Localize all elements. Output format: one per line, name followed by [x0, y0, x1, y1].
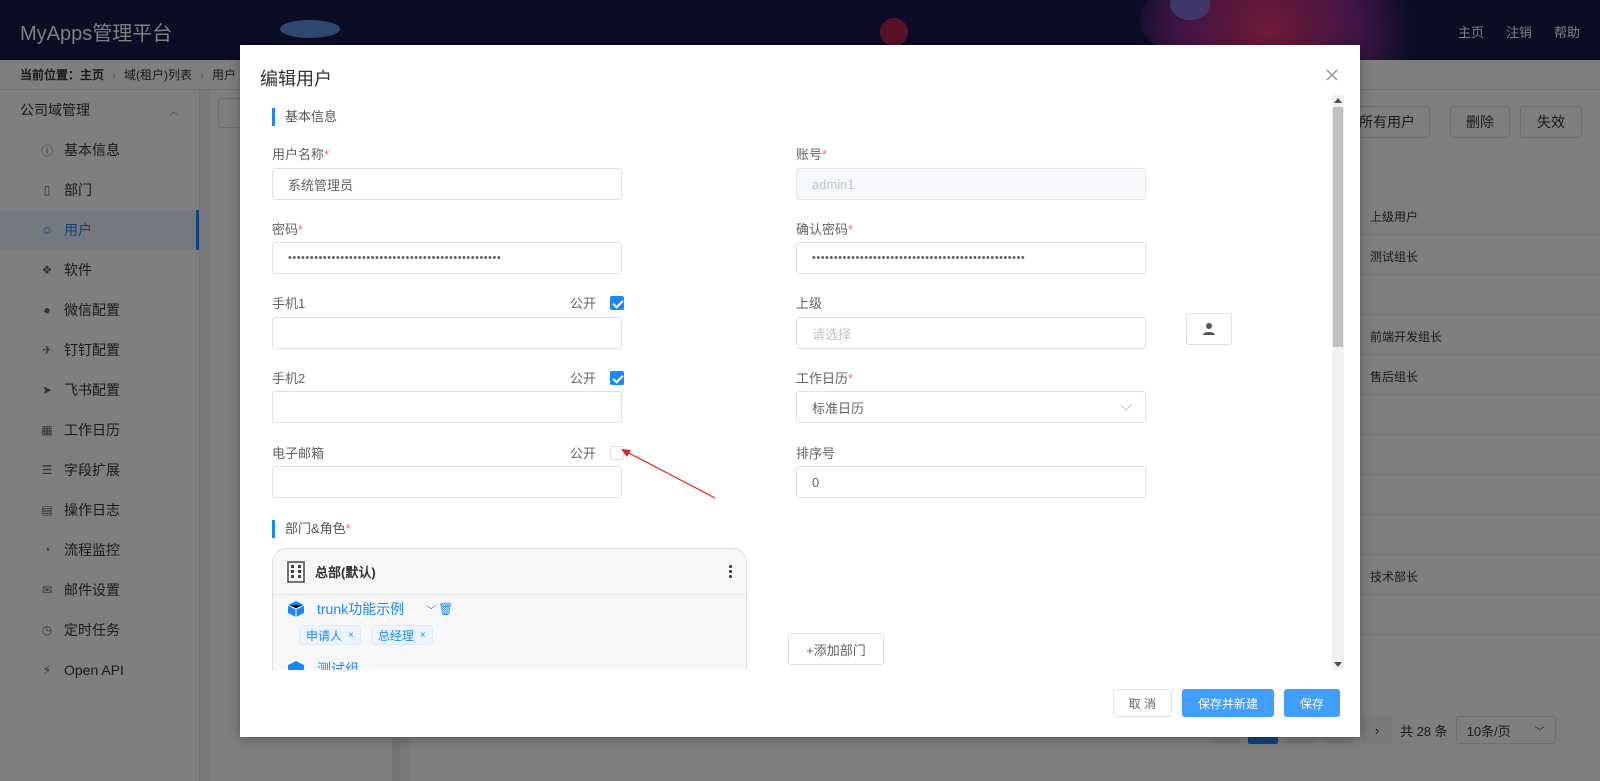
- edit-user-dialog: 编辑用户 基本信息 用户名称* 系统管理员 账号* admin1 密码* •••…: [240, 45, 1360, 737]
- building-icon: [287, 560, 305, 583]
- chevron-down-icon: [1120, 399, 1132, 411]
- email-input[interactable]: [272, 466, 622, 498]
- phone1-label: 手机1: [272, 296, 306, 311]
- password-label-text: 密码: [272, 222, 299, 237]
- role-tags: 申请人 × 总经理 ×: [273, 623, 746, 647]
- save-button[interactable]: 保存: [1283, 689, 1340, 717]
- dialog-body: 基本信息 用户名称* 系统管理员 账号* admin1 密码* ••••••••…: [240, 100, 1360, 670]
- add-dept-button[interactable]: +添加部门: [788, 633, 884, 665]
- password-input[interactable]: ••••••••••••••••••••••••••••••••••••••••…: [272, 242, 622, 274]
- phone2-public-checkbox[interactable]: [610, 370, 625, 385]
- cube-icon: [287, 601, 305, 617]
- public-label: 公开: [570, 446, 597, 461]
- calendar-label: 工作日历*: [796, 368, 853, 387]
- more-vertical-icon[interactable]: [729, 565, 732, 578]
- phone1-public-toggle[interactable]: 公开: [570, 293, 625, 312]
- superior-label: 上级: [796, 296, 823, 311]
- select-user-button[interactable]: [1186, 313, 1232, 345]
- user-icon: [1203, 323, 1215, 335]
- role-tag: 总经理 ×: [370, 625, 433, 645]
- account-label: 账号*: [796, 144, 827, 163]
- section-basic-info: 基本信息: [272, 108, 337, 126]
- dept-card: 总部(默认) trunk功能示例 ﹀ 🗑 申请人 × 总经理 × 测试组: [272, 548, 747, 670]
- required-mark: *: [848, 222, 854, 237]
- save-and-new-button[interactable]: 保存并新建: [1181, 689, 1274, 717]
- username-input[interactable]: 系统管理员: [272, 168, 622, 200]
- scroll-down-icon[interactable]: [1334, 662, 1342, 667]
- username-label-text: 用户名称: [272, 147, 325, 162]
- phone1-input[interactable]: [272, 317, 622, 349]
- dialog-title: 编辑用户: [260, 69, 332, 89]
- role-tag: 申请人 ×: [299, 625, 361, 645]
- chevron-down-icon[interactable]: ﹀: [426, 602, 436, 617]
- dept-sub-item: 测试组: [273, 655, 746, 670]
- section-dept-role-text: 部门&角色: [285, 521, 346, 536]
- phone2-input[interactable]: [272, 391, 622, 423]
- required-mark: *: [848, 371, 854, 386]
- username-label: 用户名称*: [272, 144, 329, 163]
- scroll-up-icon[interactable]: [1334, 98, 1342, 103]
- close-icon[interactable]: ×: [348, 630, 354, 641]
- calendar-label-text: 工作日历: [796, 371, 849, 386]
- role-tag-label: 总经理: [377, 628, 414, 643]
- dept-card-header: 总部(默认): [273, 549, 746, 595]
- required-mark: *: [298, 222, 304, 237]
- public-label: 公开: [570, 371, 597, 386]
- public-label: 公开: [570, 296, 597, 311]
- trash-icon[interactable]: 🗑: [438, 602, 453, 616]
- scrollbar-thumb[interactable]: [1333, 107, 1343, 347]
- dept-name: 总部(默认): [315, 565, 376, 580]
- account-input: admin1: [796, 168, 1146, 200]
- cube-icon: [288, 661, 304, 670]
- close-icon[interactable]: ×: [420, 630, 426, 641]
- required-mark: *: [345, 521, 351, 536]
- calendar-value: 标准日历: [812, 400, 865, 416]
- order-input[interactable]: 0: [796, 466, 1146, 498]
- confirm-password-label: 确认密码*: [796, 219, 853, 238]
- dept-sub-item: trunk功能示例 ﹀ 🗑: [273, 595, 746, 623]
- section-dept-role: 部门&角色*: [272, 520, 351, 538]
- required-mark: *: [324, 147, 330, 162]
- email-label: 电子邮箱: [272, 446, 325, 461]
- order-label: 排序号: [796, 446, 836, 461]
- calendar-select[interactable]: 标准日历: [796, 391, 1146, 423]
- dept-sub-name[interactable]: trunk功能示例: [317, 599, 404, 619]
- phone2-public-toggle[interactable]: 公开: [570, 368, 625, 387]
- required-mark: *: [822, 147, 828, 162]
- password-label: 密码*: [272, 219, 303, 238]
- cancel-button[interactable]: 取 消: [1112, 689, 1172, 717]
- account-label-text: 账号: [796, 147, 823, 162]
- superior-select[interactable]: 请选择: [796, 317, 1146, 349]
- confirm-password-label-text: 确认密码: [796, 222, 849, 237]
- annotation-arrow: [621, 449, 716, 499]
- phone1-public-checkbox[interactable]: [610, 295, 625, 310]
- phone2-label: 手机2: [272, 371, 306, 386]
- role-tag-label: 申请人: [306, 628, 343, 643]
- close-icon[interactable]: [1324, 67, 1340, 83]
- dept-sub-name[interactable]: 测试组: [317, 659, 359, 670]
- dialog-scrollbar[interactable]: [1332, 95, 1344, 670]
- dialog-footer: 取 消 保存并新建 保存: [1112, 689, 1340, 717]
- confirm-password-input[interactable]: ••••••••••••••••••••••••••••••••••••••••…: [796, 242, 1146, 274]
